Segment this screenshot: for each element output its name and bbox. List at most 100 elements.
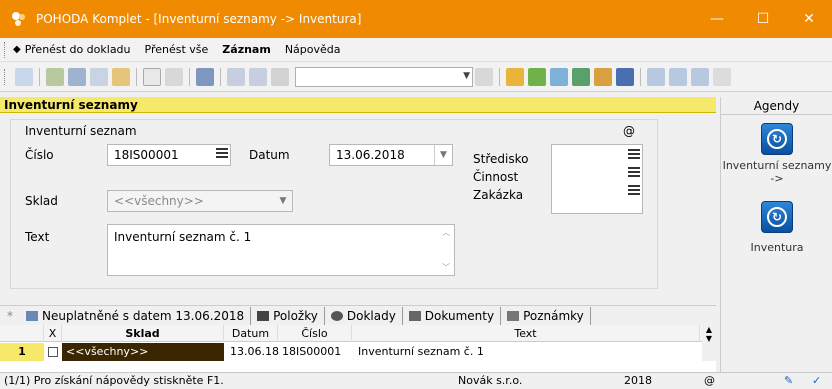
zakazka-label: Zakázka [473,188,524,202]
menu-napoveda[interactable]: Nápověda [285,43,341,56]
iban-icon[interactable] [616,67,634,86]
cell-sklad: <<všechny>> [62,343,224,361]
menu-zaznam[interactable]: Záznam [222,43,271,56]
window-title: POHODA Komplet - [Inventurní seznamy -> … [36,12,362,26]
agenda-header: Agendy [721,97,832,115]
close-button[interactable]: ✕ [786,0,832,38]
cislo-field[interactable]: 18IS00001 [107,144,231,166]
save-icon[interactable] [227,67,245,86]
list-icon [257,310,270,321]
tab-dokumenty[interactable]: Dokumenty [403,306,502,325]
sklad-value: <<všechny>> [114,194,204,208]
text-label: Text [25,230,50,244]
check-icon[interactable]: ✓ [812,374,821,387]
cell-cislo: 18IS00001 [282,345,342,358]
print-preview-icon[interactable] [90,67,108,86]
agenda-item-inventurni-seznamy[interactable]: Inventurní seznamy -> [721,159,832,185]
grid-scrollbar[interactable]: ▲ ▼ [702,325,716,361]
tools-icon[interactable] [46,67,64,86]
maximize-button[interactable]: ☐ [740,0,786,38]
row-number: 1 [0,343,44,361]
grid-header: X Sklad Datum Číslo Text [0,325,716,342]
diamond-icon[interactable] [528,67,546,86]
datum-field[interactable]: 13.06.2018 ▼ [329,144,453,166]
status-company: Novák s.r.o. [458,374,523,387]
pohoda-agenda-icon[interactable]: ↻ [761,201,793,233]
menu-bar: ◆ Přenést do dokladu Přenést vše Záznam … [0,38,832,62]
agenda-item-inventura[interactable]: Inventura [721,241,832,254]
status-year: 2018 [624,374,652,387]
status-help-text: (1/1) Pro získání nápovědy stiskněte F1. [4,374,224,387]
record-form: Inventurní seznam @ Číslo 18IS00001 Datu… [10,119,658,289]
exit-icon[interactable] [15,67,33,86]
print-icon[interactable] [68,67,86,86]
section-title: Inventurní seznamy [0,97,716,113]
row-checkbox[interactable] [48,343,60,361]
table-row[interactable]: 1 <<všechny>> 13.06.18 18IS00001 Inventu… [0,343,716,361]
datum-label: Datum [249,148,290,162]
back-icon[interactable] [196,67,214,86]
help-icon[interactable] [713,67,731,86]
column-x[interactable]: X [44,325,62,342]
column-datum[interactable]: Datum [224,325,278,342]
table-icon[interactable] [550,67,568,86]
calculator-icon[interactable] [572,67,590,86]
window-icon[interactable] [647,67,665,86]
stredisko-label: Středisko [473,152,529,166]
minimize-button[interactable]: — [694,0,740,38]
sklad-field[interactable]: <<všechny>> ▼ [107,190,293,212]
status-at: @ [704,374,715,387]
toolbar-combo[interactable]: ▼ [295,66,473,87]
check-icon[interactable] [165,67,183,86]
text-field[interactable]: Inventurní seznam č. 1 ︿ ﹀ [107,224,455,276]
spin-icon[interactable] [216,148,228,162]
spin-icon[interactable] [628,167,640,181]
arrow-left-icon: ◆ [13,44,21,55]
pen-icon[interactable]: ✎ [784,374,793,387]
new-record-icon[interactable] [143,67,161,86]
textarea-scrollbar[interactable]: ︿ ﹀ [440,227,452,273]
toolbar-grip[interactable] [4,68,7,85]
export-icon[interactable] [112,67,130,86]
cinnost-label: Činnost [473,170,519,184]
save-all-icon[interactable] [249,67,267,86]
chevron-down-icon[interactable]: ▼ [274,191,292,211]
spin-icon[interactable] [628,149,640,163]
column-text[interactable]: Text [352,325,700,342]
filter-icon [26,310,38,321]
agenda-panel: Agendy ↻ Inventurní seznamy -> ↻ Inventu… [720,97,832,372]
column-sklad[interactable]: Sklad [62,325,224,342]
form-group-label: Inventurní seznam [25,124,137,138]
tab-doklady[interactable]: Doklady [325,306,403,325]
window-layout-icon[interactable] [691,67,709,86]
sklad-label: Sklad [25,194,58,208]
star-icon: * [7,308,13,323]
cislo-value: 18IS00001 [114,148,179,162]
chevron-down-icon[interactable]: ▼ [434,145,452,165]
pohoda-agenda-icon[interactable]: ↻ [761,123,793,155]
folder-icon[interactable] [506,67,524,86]
folder-icon [408,310,421,321]
copy-icon[interactable] [271,67,289,86]
window-list-icon[interactable] [669,67,687,86]
at-icon[interactable]: @ [623,124,635,138]
note-icon [507,310,520,321]
doc-icon [330,310,343,321]
tab-poznamky[interactable]: Poznámky [501,306,591,325]
cell-text: Inventurní seznam č. 1 [358,345,484,358]
stredisko-cinnost-zakazka-list[interactable] [551,144,643,214]
cislo-label: Číslo [25,148,54,162]
menu-prenest-vse[interactable]: Přenést vše [145,43,209,56]
coins-icon[interactable] [594,67,612,86]
spin-icon[interactable] [628,185,640,199]
tab-bar: * Neuplatněné s datem 13.06.2018 Položky… [0,305,716,325]
toolbar-grip[interactable] [4,41,7,58]
column-cislo[interactable]: Číslo [278,325,352,342]
filter-icon[interactable] [475,67,493,86]
title-bar: POHODA Komplet - [Inventurní seznamy -> … [0,0,832,38]
status-bar: (1/1) Pro získání nápovědy stiskněte F1.… [0,372,832,389]
pohoda-app-icon [10,10,28,28]
tab-neuplatnene[interactable]: Neuplatněné s datem 13.06.2018 [20,306,252,325]
tab-polozky[interactable]: Položky [251,306,325,325]
menu-prenest-do-dokladu[interactable]: Přenést do dokladu [25,43,131,56]
